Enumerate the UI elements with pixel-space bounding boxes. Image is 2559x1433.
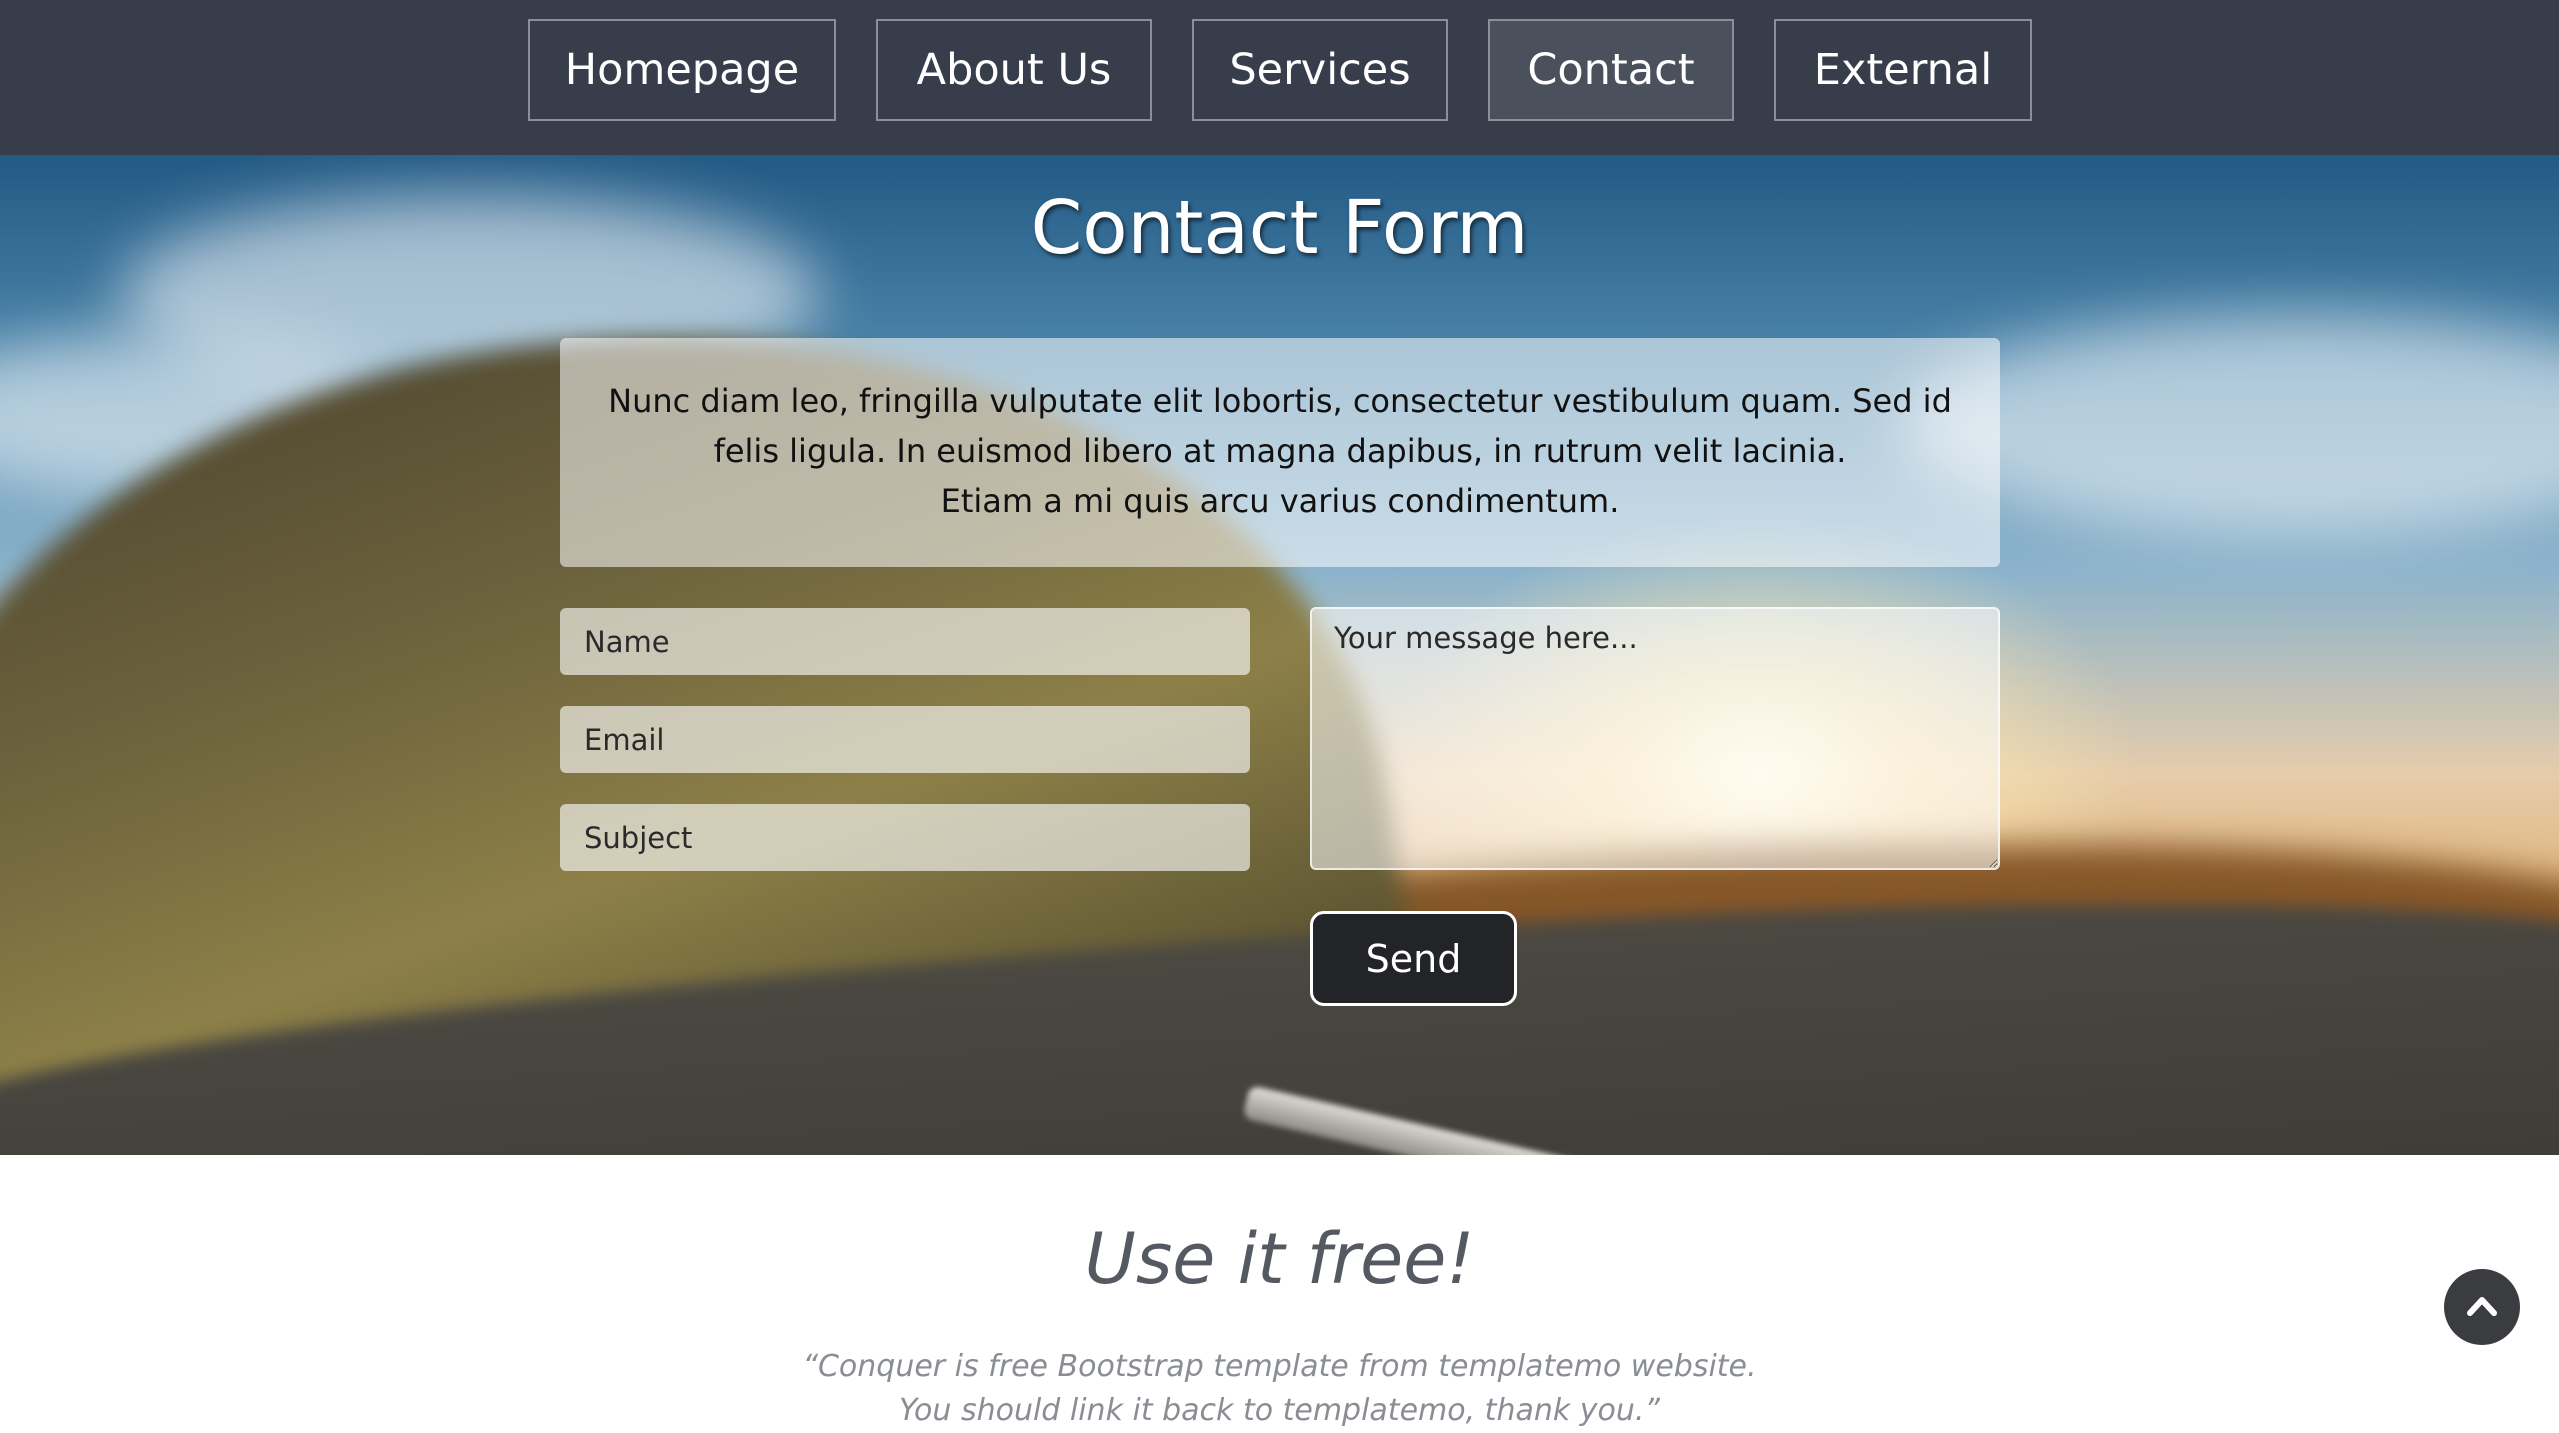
nav-contact[interactable]: Contact — [1488, 19, 1734, 121]
chevron-up-icon — [2467, 1297, 2497, 1316]
message-textarea[interactable] — [1310, 607, 2000, 870]
intro-line: Nunc diam leo, fringilla vulputate elit … — [608, 382, 1952, 420]
quote-line: “Conquer is free Bootstrap template from… — [802, 1349, 1757, 1384]
quote-line: You should link it back to templatemo, t… — [899, 1393, 1660, 1428]
name-input[interactable] — [560, 608, 1250, 675]
page-title: Contact Form — [1030, 185, 1529, 271]
send-button[interactable]: Send — [1310, 911, 1517, 1006]
navbar: Homepage About Us Services Contact Exter… — [0, 0, 2559, 155]
contact-section: Contact Form Nunc diam leo, fringilla vu… — [0, 155, 2559, 1155]
intro-line: felis ligula. In euismod libero at magna… — [713, 432, 1847, 470]
nav-homepage[interactable]: Homepage — [528, 19, 836, 121]
section-heading: Use it free! — [1084, 1218, 1475, 1300]
nav-services[interactable]: Services — [1192, 19, 1448, 121]
subject-input[interactable] — [560, 804, 1250, 871]
intro-text-box: Nunc diam leo, fringilla vulputate elit … — [560, 338, 2000, 567]
nav-external[interactable]: External — [1774, 19, 2032, 121]
intro-line: Etiam a mi quis arcu varius condimentum. — [940, 482, 1620, 520]
email-input[interactable] — [560, 706, 1250, 773]
template-quote: “Conquer is free Bootstrap template from… — [0, 1345, 2559, 1433]
back-to-top-button[interactable] — [2444, 1269, 2520, 1345]
nav-about-us[interactable]: About Us — [876, 19, 1152, 121]
